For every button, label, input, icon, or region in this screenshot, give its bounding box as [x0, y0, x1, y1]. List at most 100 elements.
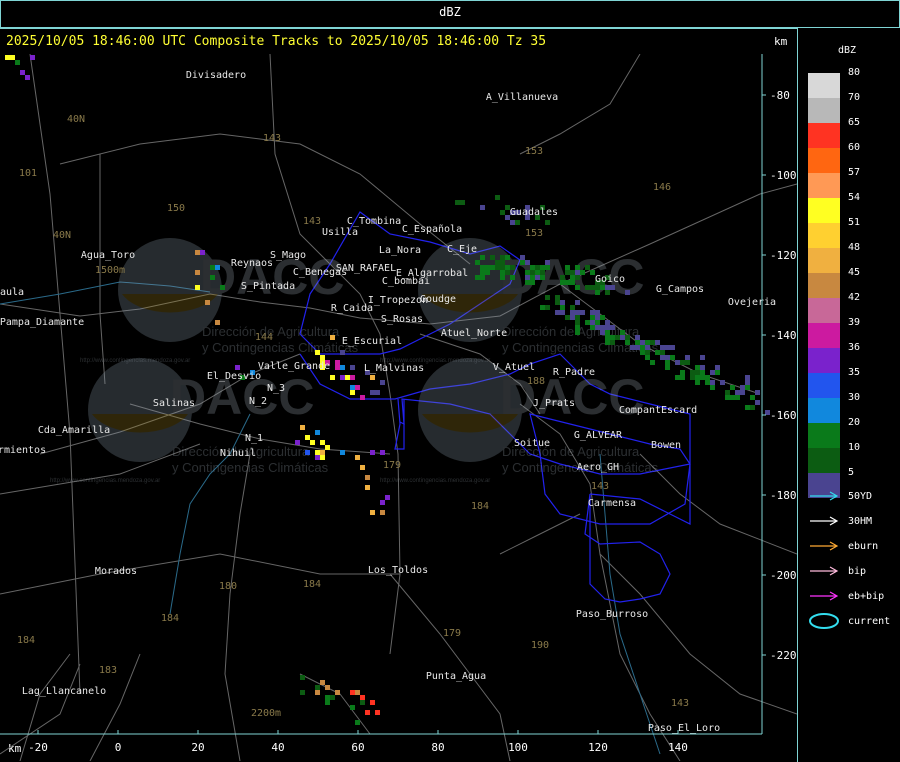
echo-cell: [590, 310, 595, 315]
echo-cell: [355, 455, 360, 460]
echo-cell: [525, 270, 530, 275]
legend-swatch: [808, 98, 840, 123]
legend-value: 57: [848, 167, 861, 178]
echo-cell: [195, 270, 200, 275]
echo-cell: [340, 365, 345, 370]
echo-cell: [650, 360, 655, 365]
echo-cell: [670, 355, 675, 360]
echo-cell: [345, 375, 350, 380]
place-label: N_2: [249, 396, 267, 407]
place-label: Divisadero: [186, 70, 246, 81]
echo-cell: [500, 255, 505, 260]
place-label: Atuel_Norte: [441, 328, 507, 339]
route-number: 184: [161, 613, 179, 624]
place-label: G_Campos: [656, 284, 704, 295]
echo-cell: [670, 345, 675, 350]
window-title: dBZ: [439, 5, 461, 19]
y-tick-label: -100: [770, 169, 797, 182]
echo-cell: [575, 275, 580, 280]
echo-cell: [545, 305, 550, 310]
place-label: Punta_Agua: [426, 671, 486, 682]
echo-cell: [610, 285, 615, 290]
echo-cell: [525, 260, 530, 265]
place-label: Aero_GH: [577, 462, 619, 473]
place-label: Carmensa: [588, 498, 636, 509]
place-label: R_Padre: [553, 367, 595, 378]
legend-value: 80: [848, 67, 861, 78]
echo-cell: [595, 285, 600, 290]
x-tick-label: 20: [191, 741, 204, 754]
x-tick-label: 80: [431, 741, 444, 754]
echo-cell: [695, 365, 700, 370]
echo-cell: [570, 310, 575, 315]
echo-cell: [755, 390, 760, 395]
echo-cell: [350, 390, 355, 395]
track-label: eb+bip: [848, 591, 885, 602]
echo-cell: [745, 405, 750, 410]
echo-cell: [500, 260, 505, 265]
track-label: current: [848, 616, 891, 627]
echo-cell: [555, 310, 560, 315]
echo-cell: [370, 510, 375, 515]
echo-cell: [500, 270, 505, 275]
echo-cell: [700, 365, 705, 370]
x-tick-label: 140: [668, 741, 688, 754]
echo-cell: [540, 275, 545, 280]
echo-cell: [455, 200, 460, 205]
echo-cell: [565, 280, 570, 285]
echo-cell: [200, 250, 205, 255]
echo-cell: [690, 370, 695, 375]
echo-cell: [580, 270, 585, 275]
echo-cell: [330, 335, 335, 340]
echo-cell: [380, 510, 385, 515]
route-number: 153: [525, 228, 543, 239]
echo-cell: [460, 200, 465, 205]
echo-cell: [710, 370, 715, 375]
track-label: eburn: [848, 541, 879, 552]
radar-map[interactable]: DACCDirección de Agriculturay Contingenc…: [0, 54, 797, 761]
legend-swatch: [808, 448, 840, 473]
echo-cell: [505, 270, 510, 275]
echo-cell: [360, 695, 365, 700]
legend-value: 35: [848, 367, 861, 378]
echo-cell: [300, 690, 305, 695]
place-label: Paso_Burroso: [576, 609, 648, 620]
echo-cell: [360, 395, 365, 400]
echo-cell: [700, 375, 705, 380]
echo-cell: [495, 265, 500, 270]
echo-cell: [560, 275, 565, 280]
place-label: Salinas: [153, 398, 195, 409]
legend-value: 65: [848, 117, 861, 128]
echo-cell: [695, 375, 700, 380]
echo-cell: [500, 275, 505, 280]
echo-cell: [375, 390, 380, 395]
echo-cell: [475, 260, 480, 265]
echo-cell: [335, 690, 340, 695]
echo-cell: [610, 325, 615, 330]
place-label: Sarmientos: [0, 445, 46, 456]
echo-cell: [565, 270, 570, 275]
echo-cell: [725, 395, 730, 400]
echo-cell: [385, 495, 390, 500]
echo-cell: [325, 700, 330, 705]
echo-cell: [610, 335, 615, 340]
place-label: El_Desvio: [207, 371, 261, 382]
echo-cell: [625, 340, 630, 345]
legend-swatch: [808, 323, 840, 348]
place-label: Goico: [595, 274, 625, 285]
svg-text:y Contingencias Climáticas: y Contingencias Climáticas: [202, 340, 359, 355]
legend-swatch: [808, 173, 840, 198]
echo-cell: [755, 400, 760, 405]
svg-text:http://www.contingencias.mendo: http://www.contingencias.mendoza.gov.ar: [380, 478, 490, 484]
echo-cell: [215, 320, 220, 325]
echo-cell: [745, 385, 750, 390]
legend-swatch: [808, 123, 840, 148]
echo-cell: [680, 360, 685, 365]
echo-cell: [695, 380, 700, 385]
echo-cell: [715, 370, 720, 375]
echo-cell: [645, 345, 650, 350]
route-number: 184: [303, 579, 321, 590]
route-number: 2200m: [251, 708, 281, 719]
time-header: 2025/10/05 18:46:00 UTC Composite Tracks…: [6, 34, 547, 49]
echo-cell: [350, 365, 355, 370]
